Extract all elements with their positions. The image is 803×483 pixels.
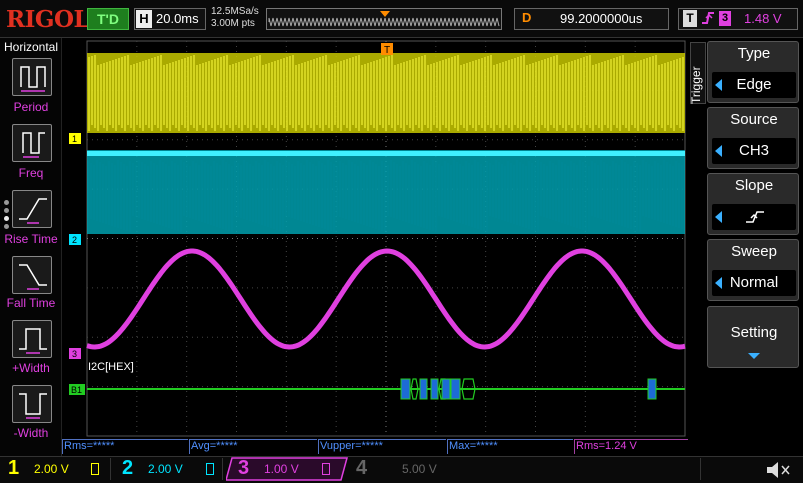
ch2-coupling-icon: [206, 463, 214, 475]
fall-time-button[interactable]: [12, 256, 52, 294]
setting-title: Setting: [730, 324, 778, 341]
overview-trigger-marker: [380, 11, 390, 17]
sample-rate: 12.5MSa/s: [211, 6, 259, 17]
ch1-scale: 2.00 V: [34, 462, 69, 476]
selector-arrow-icon: [715, 211, 722, 223]
measurement-avg[interactable]: Avg=*****: [189, 439, 317, 454]
measurement-max[interactable]: Max=*****: [447, 439, 573, 454]
rise-time-button[interactable]: [12, 190, 52, 228]
negative-width-icon: [19, 393, 47, 419]
trigger-source-button[interactable]: Source CH3: [707, 107, 799, 169]
svg-text:1: 1: [72, 134, 77, 144]
source-value: CH3: [738, 142, 769, 159]
period-icon: [20, 66, 46, 92]
divider: [700, 458, 701, 480]
ch3-coupling-icon: [322, 463, 330, 475]
svg-text:3: 3: [72, 349, 77, 359]
menu-page-dot: [4, 224, 9, 229]
frequency-icon: [22, 132, 45, 158]
ch3-scale: 1.00 V: [264, 462, 299, 476]
left-menu-title: Horizontal: [4, 40, 59, 54]
type-value: Edge: [736, 76, 772, 93]
measurement-rms[interactable]: Rms=*****: [62, 439, 188, 454]
slope-title: Slope: [734, 177, 774, 194]
divider: [222, 458, 223, 480]
type-value-box: Edge: [712, 72, 796, 98]
fall-time-icon: [19, 264, 47, 290]
trigger-key: T: [683, 10, 697, 27]
svg-text:B1: B1: [71, 385, 82, 395]
submenu-arrow-icon: [748, 353, 760, 359]
type-title: Type: [737, 45, 771, 62]
trigger-position-marker[interactable]: T: [381, 43, 393, 56]
horizontal-key: H: [136, 10, 152, 28]
decode-label: I2C[HEX]: [88, 361, 134, 373]
positive-width-button[interactable]: [12, 320, 52, 358]
memory-overview[interactable]: [266, 8, 502, 30]
rise-time-icon: [19, 198, 47, 224]
rising-edge-icon: [746, 211, 764, 223]
negative-width-button[interactable]: [12, 385, 52, 423]
positive-width-icon: [19, 328, 47, 354]
sweep-value: Normal: [729, 274, 779, 291]
ch4-scale: 5.00 V: [402, 462, 437, 476]
ch2-marker[interactable]: 2: [69, 234, 81, 245]
menu-page-dot: [4, 208, 9, 213]
ch3-number: 3: [238, 457, 250, 479]
rise-time-label: Rise Time: [4, 232, 58, 246]
memory-overview-waveform: [268, 11, 500, 27]
ch2-number: 2: [122, 457, 134, 479]
negative-width-label: -Width: [13, 426, 49, 440]
source-title: Source: [730, 111, 778, 128]
trigger-type-button[interactable]: Type Edge: [707, 41, 799, 103]
rising-edge-icon: [701, 9, 715, 30]
run-status-badge[interactable]: T'D: [87, 8, 129, 30]
source-value-box: CH3: [712, 138, 796, 164]
ch2-waveform: [87, 150, 685, 234]
trigger-level-value: 1.48 V: [744, 11, 782, 26]
ch1-number: 1: [8, 457, 20, 479]
period-label: Period: [13, 100, 49, 114]
slope-value-box: [712, 204, 796, 230]
trigger-menu-label: Trigger: [689, 66, 703, 104]
fall-time-label: Fall Time: [6, 296, 56, 310]
ch2-scale: 2.00 V: [148, 462, 183, 476]
measurement-vupper[interactable]: Vupper=*****: [318, 439, 446, 454]
bus-b1-marker[interactable]: B1: [69, 384, 85, 395]
delay-key: D: [522, 10, 532, 25]
ch1-marker[interactable]: 1: [69, 133, 81, 144]
measurement-rms-ch3[interactable]: Rms=1.24 V: [574, 439, 688, 454]
ch3-marker[interactable]: 3: [69, 348, 81, 359]
ch3-waveform: [86, 248, 686, 350]
frequency-label: Freq: [18, 166, 44, 180]
sweep-title: Sweep: [731, 243, 777, 260]
menu-page-dot-active: [4, 216, 9, 221]
rigol-logo: RIGOL: [6, 6, 90, 33]
ch1-coupling-icon: [91, 463, 99, 475]
positive-width-label: +Width: [12, 361, 50, 375]
ch1-waveform: [87, 53, 685, 133]
svg-text:T: T: [384, 45, 390, 56]
ch4-number: 4: [356, 457, 368, 479]
trigger-source-badge: 3: [719, 11, 731, 26]
trigger-slope-button[interactable]: Slope: [707, 173, 799, 235]
sweep-value-box: Normal: [712, 270, 796, 296]
speaker-mute-icon[interactable]: [764, 459, 792, 481]
waveform-display[interactable]: 1 2 3 B1 I2C[HEX] T T: [62, 38, 688, 438]
period-button[interactable]: [12, 58, 52, 96]
trigger-sweep-button[interactable]: Sweep Normal: [707, 239, 799, 301]
timebase-value: 20.0ms: [156, 11, 199, 26]
svg-text:2: 2: [72, 235, 77, 245]
trigger-setting-button[interactable]: Setting: [707, 306, 799, 368]
divider: [110, 458, 111, 480]
menu-page-dot: [4, 200, 9, 205]
delay-value: 99.2000000us: [560, 11, 643, 26]
acquisition-info: 12.5MSa/s 3.00M pts: [211, 6, 259, 30]
memory-depth: 3.00M pts: [211, 18, 255, 29]
frequency-button[interactable]: [12, 124, 52, 162]
